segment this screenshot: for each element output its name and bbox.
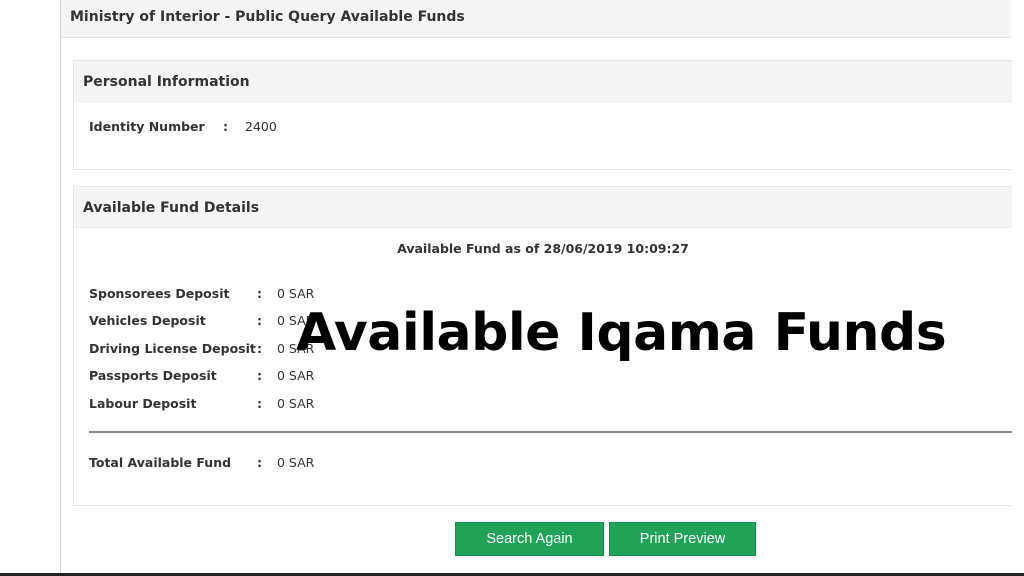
separator-colon: : (257, 286, 262, 301)
separator-colon: : (257, 396, 262, 411)
deposit-label: Passports Deposit (89, 368, 217, 383)
page-title: Ministry of Interior - Public Query Avai… (70, 9, 465, 25)
deposit-label: Labour Deposit (89, 396, 197, 411)
print-preview-button[interactable]: Print Preview (609, 522, 756, 556)
identity-number-label: Identity Number (89, 119, 205, 134)
deposit-label: Vehicles Deposit (89, 313, 206, 328)
identity-number-value: 2400 (245, 119, 277, 134)
separator-colon: : (257, 368, 262, 383)
available-fund-details-heading: Available Fund Details (83, 200, 260, 216)
panel-header: Available Fund Details (74, 187, 1012, 228)
page-frame: Ministry of Interior - Public Query Avai… (60, 0, 1024, 576)
separator-colon: : (257, 455, 262, 470)
overlay-caption: Available Iqama Funds (296, 303, 947, 363)
available-fund-timestamp: Available Fund as of 28/06/2019 10:09:27 (397, 241, 689, 256)
total-label: Total Available Fund (89, 455, 232, 470)
personal-information-panel: Personal Information Identity Number : 2… (73, 60, 1012, 170)
page-header: Ministry of Interior - Public Query Avai… (61, 0, 1011, 38)
separator-colon: : (223, 119, 228, 134)
deposit-value: 0 SAR (277, 368, 315, 383)
personal-information-heading: Personal Information (83, 74, 250, 90)
total-divider (89, 431, 1012, 433)
search-again-button[interactable]: Search Again (455, 522, 604, 556)
deposit-value: 0 SAR (277, 396, 315, 411)
deposit-value: 0 SAR (277, 286, 315, 301)
panel-header: Personal Information (74, 61, 1012, 102)
deposit-label: Driving License Deposit (89, 341, 256, 356)
separator-colon: : (257, 313, 262, 328)
deposit-label: Sponsorees Deposit (89, 286, 230, 301)
total-value: 0 SAR (277, 455, 315, 470)
separator-colon: : (257, 341, 262, 356)
